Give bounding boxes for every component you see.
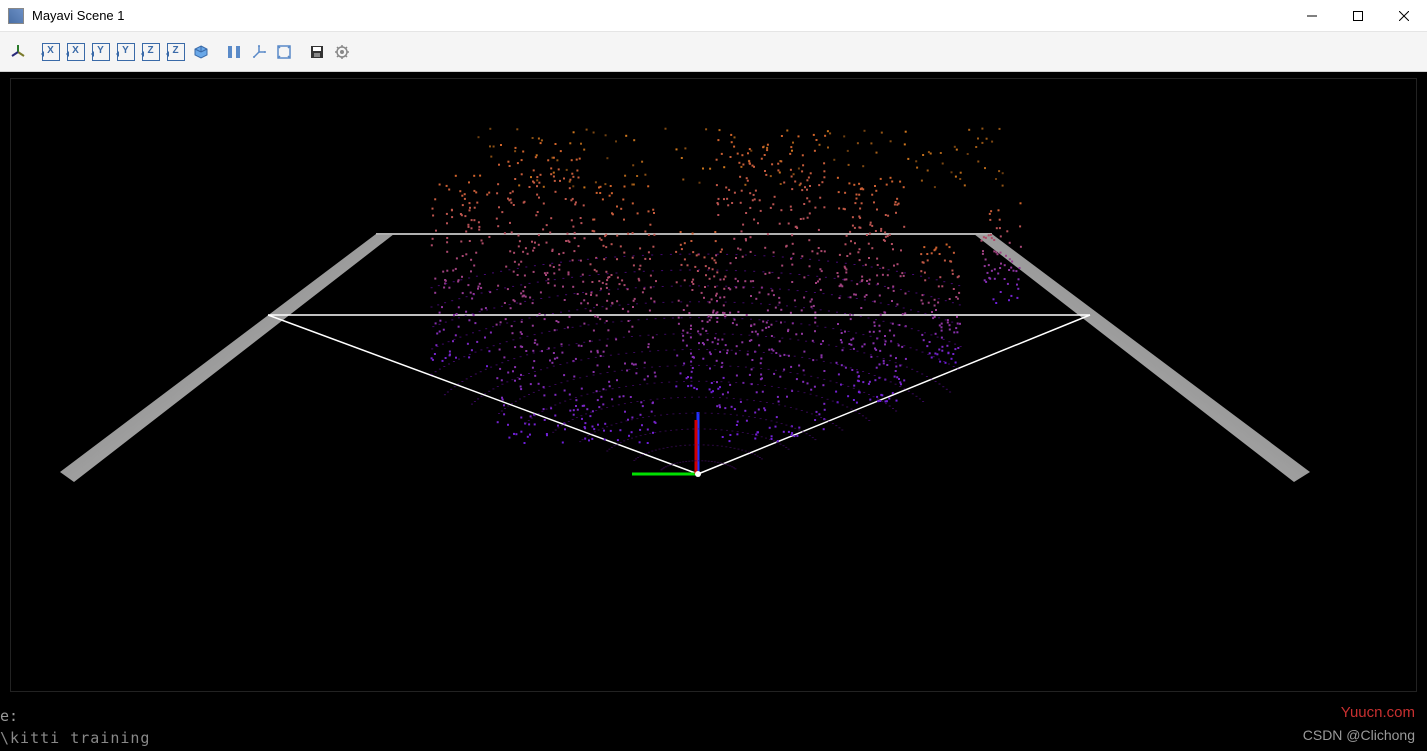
ground-strip-right — [974, 234, 1310, 482]
terminal-line-2: \kitti training — [0, 729, 150, 747]
watermark-site: Yuucn.com — [1341, 704, 1415, 721]
parallel-projection-icon — [226, 44, 242, 60]
settings-icon — [334, 44, 350, 60]
view-y-minus-button[interactable]: Y — [114, 40, 137, 63]
save-icon — [309, 44, 325, 60]
isometric-view-button[interactable] — [189, 40, 212, 63]
maximize-icon — [1353, 11, 1363, 21]
iso-view-icon — [193, 44, 209, 60]
view-y-plus-button[interactable]: Y — [89, 40, 112, 63]
maximize-button[interactable] — [1335, 0, 1381, 32]
axes-indicator-icon — [251, 44, 267, 60]
actor-button[interactable] — [6, 40, 29, 63]
terminal-line-1: e: — [0, 707, 18, 725]
minimize-icon — [1307, 11, 1317, 21]
window-titlebar: Mayavi Scene 1 — [0, 0, 1427, 32]
terminal-strip: e: \kitti training Yuucn.com CSDN @Clich… — [0, 698, 1427, 751]
view-x-minus-button[interactable]: X — [64, 40, 87, 63]
toolbar: X X Y Y Z Z — [0, 32, 1427, 72]
close-button[interactable] — [1381, 0, 1427, 32]
fov-boundary — [268, 315, 1090, 474]
watermark-author: CSDN @Clichong — [1303, 727, 1415, 743]
axes-indicator-button[interactable] — [247, 40, 270, 63]
close-icon — [1399, 11, 1409, 21]
fullscreen-icon — [276, 44, 292, 60]
scene-render — [0, 72, 1427, 698]
app-icon — [8, 8, 24, 24]
view-z-plus-button[interactable]: Z — [139, 40, 162, 63]
save-button[interactable] — [305, 40, 328, 63]
view-z-minus-button[interactable]: Z — [164, 40, 187, 63]
window-title: Mayavi Scene 1 — [32, 8, 1289, 23]
parallel-projection-button[interactable] — [222, 40, 245, 63]
window-controls — [1289, 0, 1427, 31]
minimize-button[interactable] — [1289, 0, 1335, 32]
fullscreen-button[interactable] — [272, 40, 295, 63]
ground-strip-left — [60, 234, 394, 482]
view-x-plus-button[interactable]: X — [39, 40, 62, 63]
lidar-pointcloud — [431, 128, 1022, 471]
3d-scene-viewport[interactable] — [0, 72, 1427, 698]
settings-button[interactable] — [330, 40, 353, 63]
actor-icon — [10, 44, 26, 60]
